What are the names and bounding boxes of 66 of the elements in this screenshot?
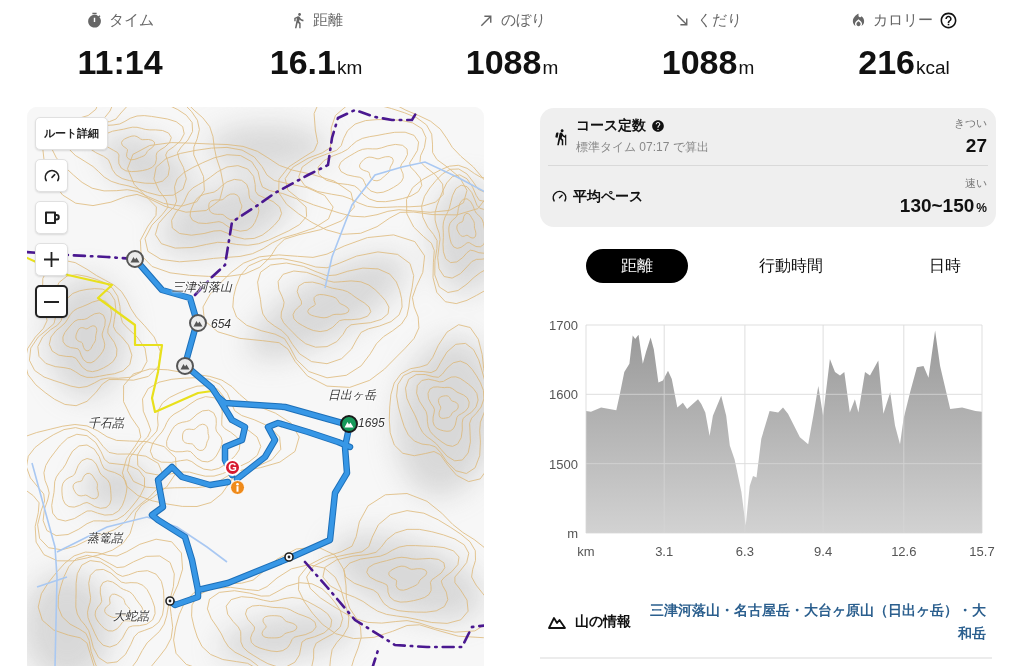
plus-icon [44,252,59,267]
axis-tick-label: 1700 [549,318,578,333]
course-value: 130~150 [899,195,975,217]
axis-tick-label: km [577,544,595,559]
chart-tab[interactable]: 日時 [894,249,996,283]
gauge-icon [43,167,60,184]
stat-unit: kcal [915,57,950,79]
summit-marker-icon [126,250,144,268]
course-row-note: 標準タイム 07:17 で算出 [576,139,710,156]
axis-tick-label: 9.4 [814,544,833,559]
stat-unit: m [542,57,559,79]
chart-tab[interactable]: 行動時間 [740,249,842,283]
axis-tick-label: m [567,526,578,541]
zoom-in-button[interactable] [35,243,68,276]
mountain-icon [548,615,566,629]
axis-tick-label: 1500 [549,456,578,472]
axis-tick-label: 6.3 [735,544,754,559]
stat-label: くだり [697,10,742,30]
info-marker-icon [230,480,245,495]
stat-label: タイム [109,10,154,30]
course-row-title: コース定数 [576,117,646,135]
chart-tab[interactable]: 距離 [586,249,688,283]
course-rating: 速い [965,176,987,191]
axis-tick-label: 3.1 [655,544,674,559]
map-place-label: 千石嵓 [88,416,124,430]
help-icon[interactable] [939,10,958,30]
axis-tick-label: 12.6 [891,544,917,559]
map-place-label: 日出ヶ岳 [328,388,376,402]
stopwatch-icon [86,11,103,29]
summit-marker-icon [340,415,358,433]
map-place-label: 蒸篭嵓 [87,531,123,545]
gauge-button[interactable] [35,159,68,192]
mountain-names-link[interactable]: 三津河落山・名古屋岳・大台ヶ原山（日出ヶ岳）・大和岳 [646,599,986,645]
stat-label: 距離 [312,10,343,30]
axis-tick-label: 1600 [549,387,578,403]
stat-unit: km [336,57,363,79]
stat-label: のぼり [501,10,546,30]
axis-tick-label: 15.7 [969,544,995,559]
waypoint-dot-icon [165,596,175,606]
stat-unit: m [738,57,755,79]
summit-marker-icon [189,314,207,332]
stat-value: 16.1 [269,42,336,82]
map-place-label: 三津河落山 [172,280,232,294]
stat-value: 216 [858,42,915,82]
stat-value: 1088 [465,42,542,82]
mug-icon [43,209,60,226]
stat-label: カロリー [873,10,933,30]
help-icon[interactable] [651,119,665,133]
course-unit: % [976,201,987,215]
minus-icon [44,300,59,303]
mug-button[interactable] [35,201,68,234]
stat-value: 11:14 [77,42,163,82]
course-rating: きつい [954,116,987,131]
zoom-out-button[interactable] [35,285,68,318]
map-place-label: 大蛇嵓 [113,609,149,623]
course-row-title: 平均ペース [573,187,643,206]
flame-icon [850,11,867,29]
waypoint-dot-icon [284,552,294,562]
course-value: 27 [965,135,987,157]
map-place-label: 1695 [358,416,385,430]
route-details-button[interactable]: ルート詳細 [35,117,108,150]
stat-value: 1088 [661,42,738,82]
map-place-label: 654 [211,317,232,331]
mountain-info-label: 山の情報 [575,613,631,631]
gauge-icon [552,189,567,204]
summit-marker-icon [176,357,194,375]
